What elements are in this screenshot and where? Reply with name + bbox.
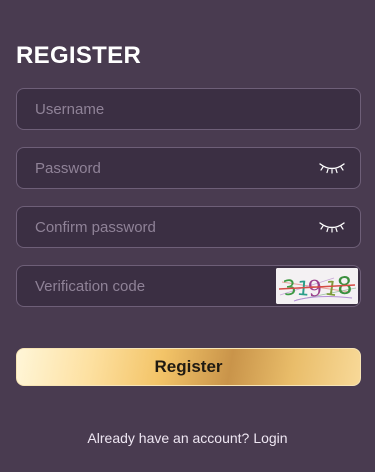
- password-input[interactable]: [17, 148, 318, 188]
- svg-text:9: 9: [307, 276, 324, 302]
- username-field-container: [16, 88, 361, 130]
- verification-code-input[interactable]: [17, 266, 276, 306]
- captcha-graphic: 3 1 9 1 8: [276, 268, 358, 304]
- login-prompt-text: Already have an account?: [87, 430, 250, 446]
- verification-code-field-container: 3 1 9 1 8: [16, 265, 361, 307]
- login-prompt: Already have an account? Login: [0, 430, 375, 446]
- confirm-password-input[interactable]: [17, 207, 318, 247]
- captcha-image[interactable]: 3 1 9 1 8: [276, 268, 358, 304]
- password-field-container: [16, 147, 361, 189]
- page-title: REGISTER: [16, 42, 142, 69]
- register-page: REGISTER Username Verification code 3 1 …: [0, 0, 375, 472]
- username-input[interactable]: [17, 89, 360, 129]
- eye-closed-icon[interactable]: [318, 160, 346, 176]
- register-button[interactable]: Register: [16, 348, 361, 386]
- confirm-password-field-container: [16, 206, 361, 248]
- eye-closed-icon[interactable]: [318, 219, 346, 235]
- login-link[interactable]: Login: [253, 430, 287, 446]
